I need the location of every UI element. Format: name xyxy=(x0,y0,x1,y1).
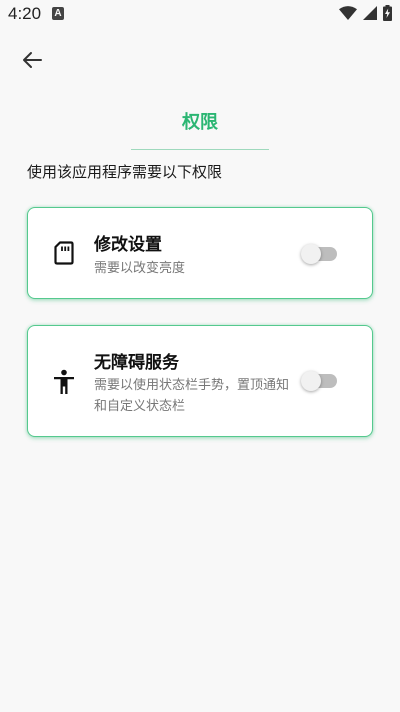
title-divider xyxy=(131,149,269,150)
status-bar: 4:20 A xyxy=(0,0,400,28)
arrow-left-icon xyxy=(23,52,42,68)
cell-signal-icon xyxy=(363,6,377,20)
status-time: 4:20 xyxy=(8,4,42,23)
toggle-thumb xyxy=(301,371,321,391)
intro-text: 使用该应用程序需要以下权限 xyxy=(27,163,223,181)
status-indicators xyxy=(339,5,392,21)
card-title: 修改设置 xyxy=(94,235,162,255)
page-title: 权限 xyxy=(182,112,218,133)
battery-charging-icon xyxy=(383,5,392,21)
card-description: 需要以使用状态栏手势，置顶通知和自定义状态栏 xyxy=(94,378,290,414)
toggle-thumb xyxy=(301,244,321,264)
notification-a-icon: A xyxy=(52,7,64,20)
accessibility-icon xyxy=(50,368,78,396)
back-button[interactable] xyxy=(16,44,48,76)
card-title: 无障碍服务 xyxy=(94,353,179,373)
card-description: 需要以改变亮度 xyxy=(94,261,186,276)
modify-settings-toggle[interactable] xyxy=(301,244,339,264)
permission-card-modify-settings[interactable]: 修改设置 需要以改变亮度 xyxy=(27,207,373,299)
wifi-icon xyxy=(339,6,357,20)
sd-card-icon xyxy=(50,239,78,267)
permission-card-accessibility[interactable]: 无障碍服务 需要以使用状态栏手势，置顶通知和自定义状态栏 xyxy=(27,325,373,437)
accessibility-service-toggle[interactable] xyxy=(301,371,339,391)
